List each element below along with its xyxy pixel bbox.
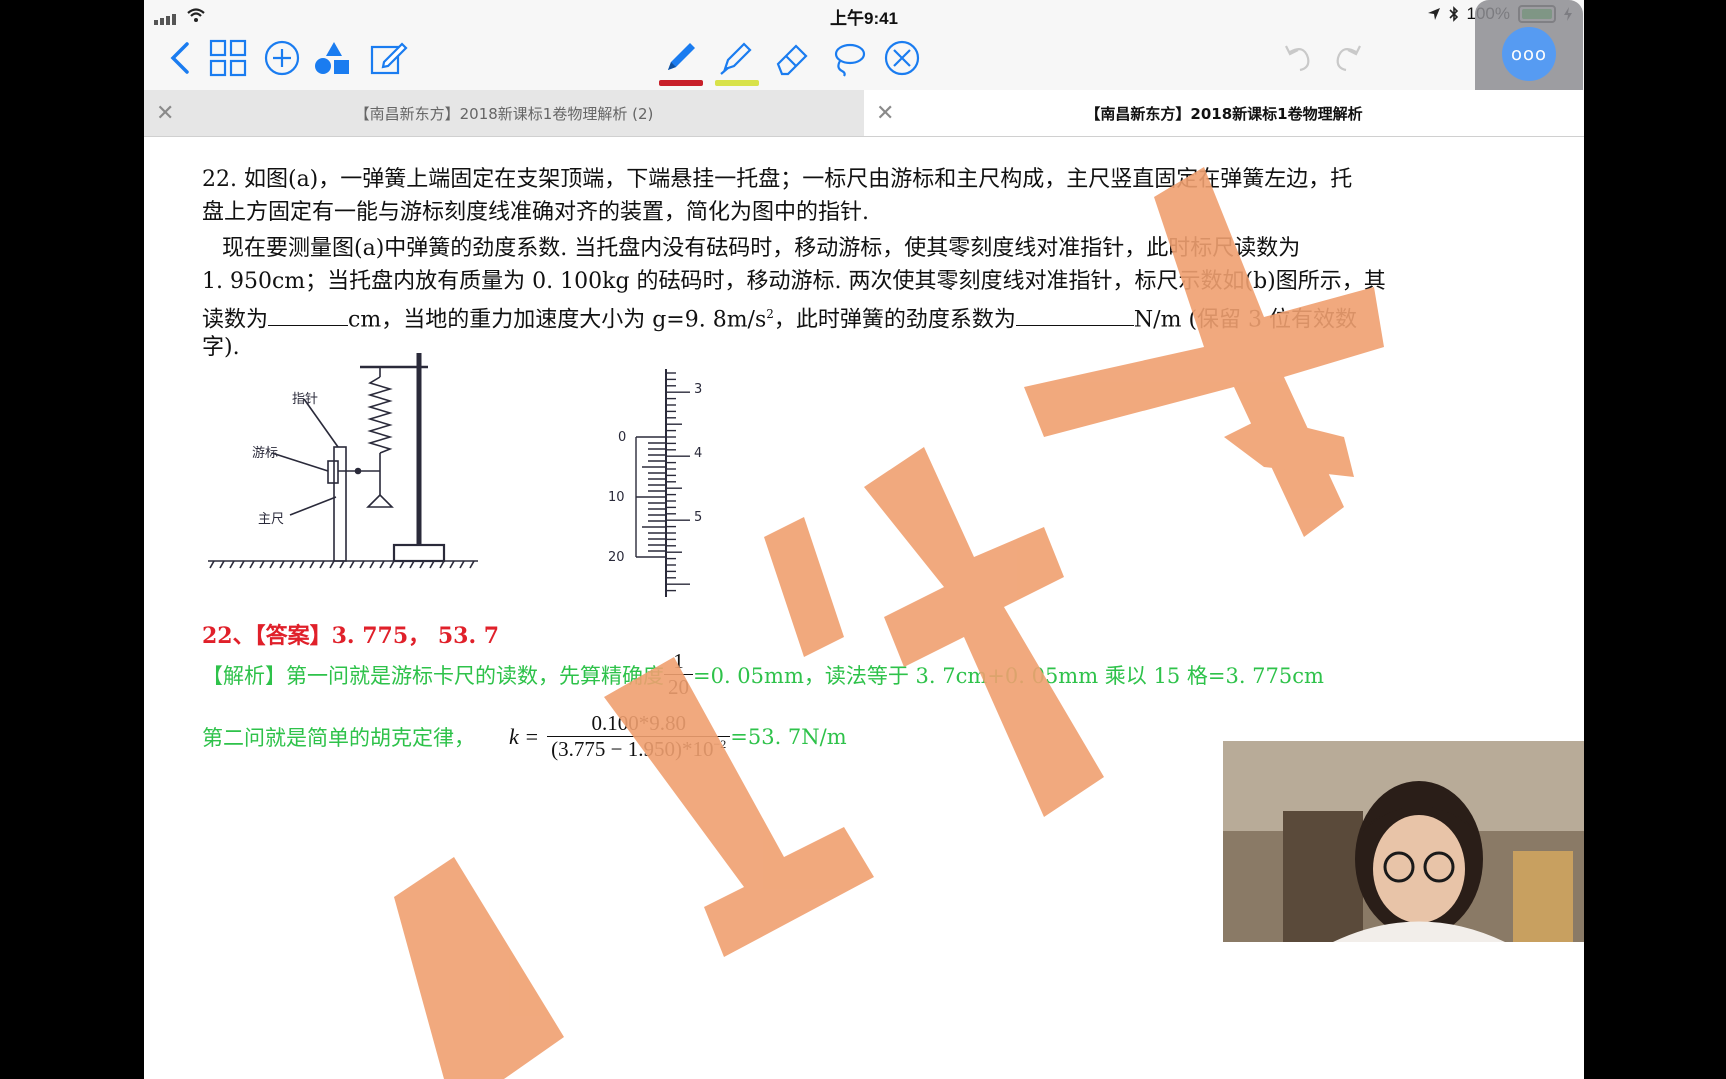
ipad-screen: 上午9:41 100% [144,0,1584,1079]
fraction-denominator: 20 [668,675,689,699]
status-time: 上午9:41 [829,9,899,28]
question-line: 现在要测量图(a)中弹簧的劲度系数. 当托盘内没有砝码时，移动游标，使其零刻度线… [222,236,1301,261]
question-text: 读数为 [202,307,269,333]
grid-icon [209,39,247,77]
lasso-icon [834,43,866,77]
chevron-left-icon [170,42,189,74]
highlighter-icon [720,42,752,75]
edit-button[interactable] [364,34,412,82]
question-line: 盘上方固定有一能与游标刻度线准确对齐的装置，简化为图中的指针. [202,200,869,225]
explanation-text: =0. 05mm，读法等于 3. 7cm+0. 05mm 乘以 15 格=3. … [693,663,1324,688]
k-equals: k = [509,723,540,749]
fraction-exponent: −2 [713,737,727,751]
highlighter-color-bar [715,80,759,86]
answer-text: 22、【答案】3. 775， 53. 7 [202,623,500,649]
fraction-numerator: 0.100*9.80 [547,711,731,737]
document-tabs: ✕ 【南昌新东方】2018新课标1卷物理解析 (2) ✕ 【南昌新东方】2018… [144,90,1584,137]
fraction-precision: 1 20 [664,649,693,700]
main-scale-label-4: 4 [694,446,702,461]
fraction-numerator: 1 [664,649,693,675]
superscript: 2 [766,307,774,321]
fraction-hooke: 0.100*9.80 (3.775 − 1.950)*10−2 [547,711,731,762]
tab-document-1[interactable]: ✕ 【南昌新东方】2018新课标1卷物理解析 [864,90,1584,136]
highlighter-tool-button[interactable] [712,34,760,86]
edit-icon [370,42,408,75]
question-line: 1. 950cm；当托盘内放有质量为 0. 100kg 的砝码时，移动游标. 两… [202,269,1386,294]
status-bar: 上午9:41 100% [144,0,1584,28]
vernier-label-0: 0 [618,430,626,445]
lasso-tool-button[interactable] [824,34,872,82]
back-button[interactable] [158,34,206,82]
pen-icon [668,43,695,70]
redo-icon [1336,45,1361,72]
eraser-tool-button[interactable] [768,34,816,82]
explanation-line-2: 第二问就是简单的胡克定律， k = 0.100*9.80 (3.775 − 1.… [202,711,847,762]
shapes-button[interactable] [308,34,356,82]
explanation-line-1: 【解析】第一问就是游标卡尺的读数，先算精确度 1 20 =0. 05mm，读法等… [202,649,1324,700]
pen-color-bar [659,80,703,86]
more-icon: ooo [1502,27,1556,81]
thumbnails-button[interactable] [204,34,252,82]
presenter-photo [1223,741,1584,942]
close-icon[interactable]: ✕ [156,101,174,126]
bluetooth-icon [1448,6,1458,22]
pointer-label: 指针 [292,392,318,407]
eraser-icon [776,44,808,76]
answer-blank [1015,305,1134,327]
answer-blank [268,305,349,327]
location-icon [1427,8,1440,20]
cancel-circle-icon [884,40,920,76]
video-overlay[interactable] [1223,741,1584,942]
vernier-label-10: 10 [608,490,625,505]
main-scale-label: 主尺 [258,512,284,527]
toolbar [144,28,1584,90]
close-icon[interactable]: ✕ [876,101,894,126]
tab-label: 【南昌新东方】2018新课标1卷物理解析 (2) [354,104,654,123]
tab-document-2[interactable]: ✕ 【南昌新东方】2018新课标1卷物理解析 (2) [144,90,864,136]
shapes-icon [315,42,349,74]
explanation-text: =53. 7N/m [730,724,847,749]
main-scale-label-5: 5 [694,510,702,525]
question-text: N/m (保留 3 位有效数 [1133,307,1358,333]
question-text: ，此时弹簧的劲度系数为 [773,307,1016,333]
pen-tool-button[interactable] [656,34,704,86]
question-line: 22. 如图(a)，一弹簧上端固定在支架顶端，下端悬挂一托盘；一标尺由游标和主尺… [202,167,1353,192]
fraction-denominator: (3.775 − 1.950)*10 [551,737,714,761]
vernier-label: 游标 [252,446,278,461]
redo-button[interactable] [1324,34,1372,82]
add-page-button[interactable] [258,34,306,82]
plus-circle-icon [264,40,300,76]
clear-button[interactable] [878,34,926,82]
undo-button[interactable] [1274,34,1322,82]
explanation-text: 第二问就是简单的胡克定律， [202,725,475,750]
fraction-denominator-wrap: (3.775 − 1.950)*10−2 [547,737,730,762]
figure-a-apparatus: 指针 游标 主尺 [208,353,478,569]
explanation-text: 【解析】第一问就是游标卡尺的读数，先算精确度 [202,663,664,688]
figure-b-vernier-scale: 3 4 5 0 10 20 [608,369,702,597]
question-text: cm，当地的重力加速度大小为 g=9. 8m/s [348,307,767,333]
main-scale-label-3: 3 [694,382,702,397]
undo-icon [1285,45,1310,72]
vernier-label-20: 20 [608,550,625,565]
tab-label: 【南昌新东方】2018新课标1卷物理解析 [1085,104,1363,123]
